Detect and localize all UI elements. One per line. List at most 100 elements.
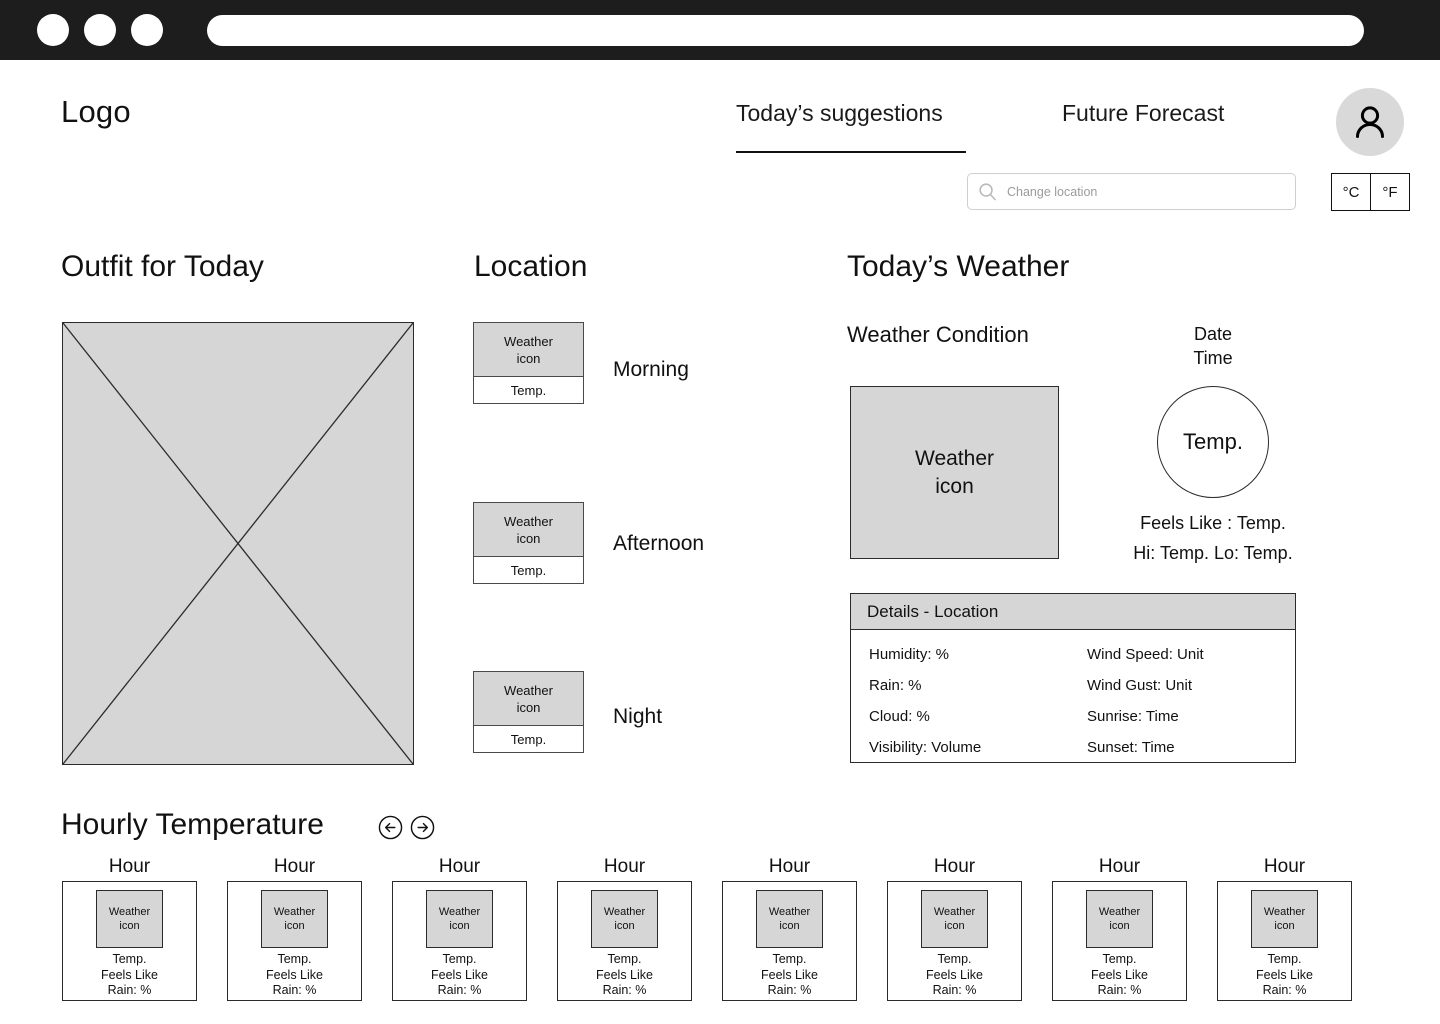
window-dot-maximize[interactable]	[131, 14, 163, 46]
weather-icon-line1: Weather	[915, 446, 994, 470]
hourly-cards-row: Hour Weather icon Temp. Feels Like Rain:…	[62, 856, 1352, 1001]
browser-chrome-bar	[0, 0, 1440, 60]
outfit-section-title: Outfit for Today	[61, 250, 264, 283]
hourly-rain: Rain: %	[602, 983, 647, 997]
location-card-morning[interactable]: Weather icon Temp.	[473, 322, 584, 404]
hourly-temp: Temp.	[937, 952, 972, 966]
weather-condition-label: Weather Condition	[847, 322, 1029, 347]
location-period-afternoon: Afternoon	[613, 532, 705, 555]
hourly-card-5[interactable]: Hour Weather icon Temp. Feels Like Rain:…	[887, 856, 1022, 1001]
location-card-night[interactable]: Weather icon Temp.	[473, 671, 584, 753]
weather-icon-placeholder: Weather icon	[474, 672, 583, 726]
hourly-card-body[interactable]: Weather icon Temp. Feels Like Rain: %	[62, 881, 197, 1001]
hourly-temp: Temp.	[442, 952, 477, 966]
weather-icon-line2: icon	[944, 920, 965, 932]
hourly-card-body[interactable]: Weather icon Temp. Feels Like Rain: %	[227, 881, 362, 1001]
location-period-night: Night	[613, 705, 663, 728]
hourly-card-2[interactable]: Hour Weather icon Temp. Feels Like Rain:…	[392, 856, 527, 1001]
user-avatar-icon	[1356, 106, 1384, 138]
hour-label: Hour	[933, 856, 976, 877]
hourly-card-6[interactable]: Hour Weather icon Temp. Feels Like Rain:…	[1052, 856, 1187, 1001]
table-row: Rain: % Wind Gust: Unit	[869, 670, 1295, 701]
weather-icon-line1: Weather	[273, 906, 316, 918]
unit-fahrenheit-button[interactable]: °F	[1371, 174, 1409, 210]
search-input[interactable]	[1007, 184, 1285, 199]
feels-like-block: Feels Like : Temp. Hi: Temp. Lo: Temp.	[1063, 508, 1363, 568]
weather-icon-line1: Weather	[504, 682, 553, 698]
time-label: Time	[1193, 348, 1233, 368]
weather-icon-line1: Weather	[504, 333, 553, 349]
search-location-box[interactable]	[967, 173, 1296, 210]
hourly-feels-like: Feels Like	[761, 967, 818, 982]
hourly-card-3[interactable]: Hour Weather icon Temp. Feels Like Rain:…	[557, 856, 692, 1001]
current-weather-icon-placeholder: Weather icon	[850, 386, 1059, 559]
hourly-card-body[interactable]: Weather icon Temp. Feels Like Rain: %	[722, 881, 857, 1001]
details-cell-right: Wind Speed: Unit	[1087, 646, 1204, 663]
hourly-rain: Rain: %	[932, 983, 977, 997]
hourly-card-stats: Temp. Feels Like Rain: %	[926, 952, 983, 999]
arrow-right-circle-icon[interactable]	[410, 815, 435, 840]
tab-todays-suggestions[interactable]: Today’s suggestions	[736, 100, 966, 153]
table-row: Humidity: % Wind Speed: Unit	[869, 639, 1295, 670]
window-dot-minimize[interactable]	[84, 14, 116, 46]
weather-icon-line2: icon	[614, 920, 635, 932]
weather-icon-line2: icon	[1109, 920, 1130, 932]
weather-icon-line2: icon	[119, 920, 140, 932]
hour-label: Hour	[1098, 856, 1141, 877]
weather-icon-placeholder: Weather icon	[591, 890, 658, 948]
hourly-feels-like: Feels Like	[431, 967, 488, 982]
avatar[interactable]	[1336, 88, 1404, 156]
outfit-image-placeholder	[62, 322, 414, 765]
tab-future-forecast[interactable]: Future Forecast	[1062, 100, 1224, 131]
browser-url-bar[interactable]	[207, 14, 1364, 46]
table-row: Visibility: Volume Sunset: Time	[869, 732, 1295, 763]
location-card-afternoon[interactable]: Weather icon Temp.	[473, 502, 584, 584]
feels-like-label: Feels Like : Temp.	[1140, 513, 1286, 533]
details-table-body: Humidity: % Wind Speed: Unit Rain: % Win…	[851, 630, 1295, 763]
hourly-card-1[interactable]: Hour Weather icon Temp. Feels Like Rain:…	[227, 856, 362, 1001]
hourly-rain: Rain: %	[1262, 983, 1307, 997]
hour-label: Hour	[1263, 856, 1306, 877]
arrow-left-circle-icon[interactable]	[378, 815, 403, 840]
hourly-card-4[interactable]: Hour Weather icon Temp. Feels Like Rain:…	[722, 856, 857, 1001]
logo[interactable]: Logo	[61, 94, 131, 130]
hourly-card-0[interactable]: Hour Weather icon Temp. Feels Like Rain:…	[62, 856, 197, 1001]
weather-icon-placeholder: Weather icon	[96, 890, 163, 948]
hour-label: Hour	[603, 856, 646, 877]
details-cell-right: Sunset: Time	[1087, 739, 1175, 756]
hourly-rain: Rain: %	[437, 983, 482, 997]
location-period-morning: Morning	[613, 358, 689, 381]
hourly-card-body[interactable]: Weather icon Temp. Feels Like Rain: %	[1217, 881, 1352, 1001]
location-card-temp: Temp.	[510, 731, 547, 747]
details-cell-left: Rain: %	[869, 677, 922, 694]
hourly-rain: Rain: %	[272, 983, 317, 997]
unit-celsius-button[interactable]: °C	[1332, 174, 1371, 210]
weather-icon-line2: icon	[779, 920, 800, 932]
weather-icon-line2: icon	[449, 920, 470, 932]
hourly-card-7[interactable]: Hour Weather icon Temp. Feels Like Rain:…	[1217, 856, 1352, 1001]
hourly-feels-like: Feels Like	[1091, 967, 1148, 982]
details-cell-right: Wind Gust: Unit	[1087, 677, 1193, 694]
weather-icon-line1: Weather	[933, 906, 976, 918]
hourly-card-body[interactable]: Weather icon Temp. Feels Like Rain: %	[557, 881, 692, 1001]
unit-toggle[interactable]: °C °F	[1331, 173, 1410, 211]
weather-icon-line2: icon	[1274, 920, 1295, 932]
details-cell-left: Visibility: Volume	[869, 739, 982, 756]
details-table: Details - Location Humidity: % Wind Spee…	[850, 593, 1296, 763]
window-dot-close[interactable]	[37, 14, 69, 46]
details-cell-left: Cloud: %	[869, 708, 930, 725]
hourly-section-title: Hourly Temperature	[61, 808, 324, 841]
weather-icon-line2: icon	[516, 350, 541, 366]
hourly-card-body[interactable]: Weather icon Temp. Feels Like Rain: %	[392, 881, 527, 1001]
hourly-card-body[interactable]: Weather icon Temp. Feels Like Rain: %	[887, 881, 1022, 1001]
search-icon	[979, 183, 996, 201]
image-placeholder-crossed-box-icon	[63, 323, 413, 764]
weather-icon-line1: Weather	[603, 906, 646, 918]
hourly-rain: Rain: %	[767, 983, 812, 997]
hour-label: Hour	[768, 856, 811, 877]
hourly-temp: Temp.	[1267, 952, 1302, 966]
hourly-card-body[interactable]: Weather icon Temp. Feels Like Rain: %	[1052, 881, 1187, 1001]
details-cell-right: Sunrise: Time	[1087, 708, 1179, 725]
hourly-temp: Temp.	[607, 952, 642, 966]
hourly-temp: Temp.	[1102, 952, 1137, 966]
